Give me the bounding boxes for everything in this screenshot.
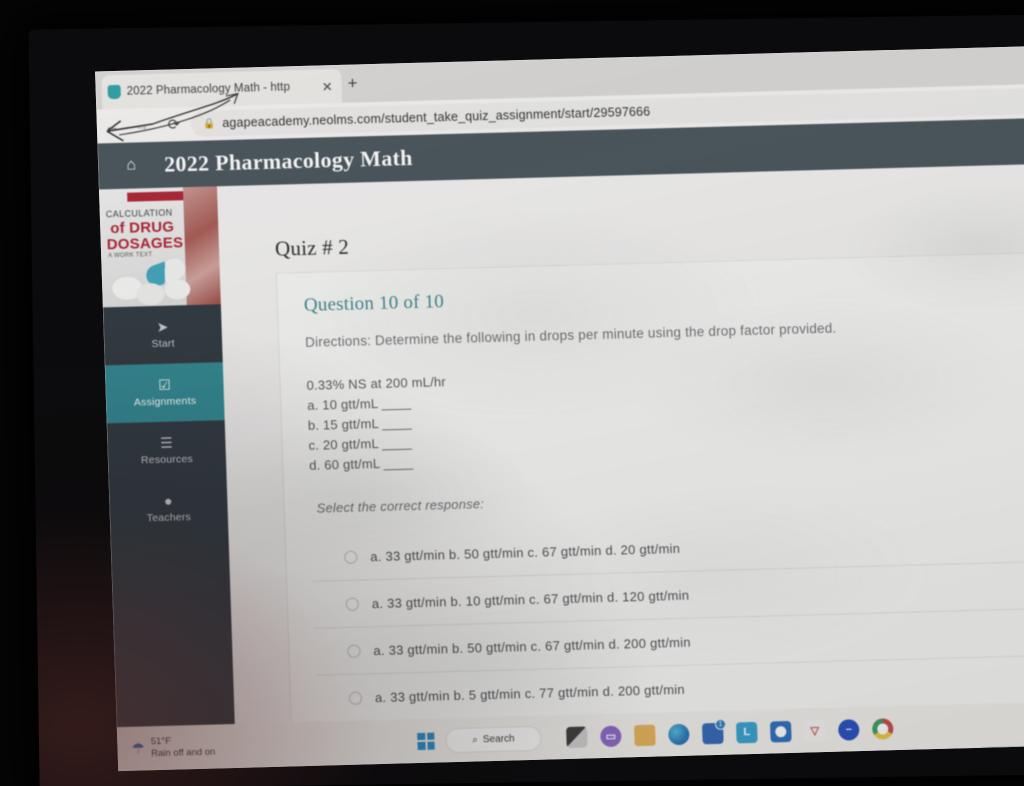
checklist-icon: ☑ [157, 376, 172, 393]
cover-line-4: A WORK TEXT [108, 252, 153, 260]
chat-glyph: ▭ [605, 730, 617, 743]
laptop-bezel: 2022 Pharmacology Math - http ✕ + ← → ⟳ … [28, 14, 1024, 786]
lock-icon: 🔒 [202, 117, 216, 130]
question-body-line: 0.33% NS at 200 mL/hr [306, 374, 447, 393]
question-card: Question 10 of 10 15 Poin Directions: De… [275, 250, 1024, 767]
answer-option-label: a. 33 gtt/min b. 50 gtt/min c. 67 gtt/mi… [370, 540, 681, 564]
cover-band [127, 191, 184, 202]
tablet-icon [136, 282, 165, 306]
notification-badge: 1 [714, 718, 727, 730]
question-body: 0.33% NS at 200 mL/hr a. 10 gtt/mL ____ … [306, 372, 449, 476]
tab-title: 2022 Pharmacology Math - http [126, 81, 291, 98]
chrome-browser-icon[interactable] [871, 717, 894, 740]
outlook-icon[interactable] [769, 720, 792, 743]
answer-option-label: a. 33 gtt/min b. 5 gtt/min c. 77 gtt/min… [374, 681, 686, 705]
search-icon: ⌕ [472, 733, 479, 746]
chat-icon[interactable]: ▭ [600, 725, 622, 747]
quiz-content: Quiz # 2 Question 10 of 10 15 Poin Direc… [216, 162, 1024, 768]
task-view-icon[interactable] [566, 725, 588, 748]
radio-button[interactable] [344, 550, 358, 564]
course-title: 2022 Pharmacology Math [163, 144, 414, 177]
question-body-line: d. 60 gtt/mL ____ [308, 455, 414, 473]
sidebar: CALCULATION of DRUG DOSAGES A WORK TEXT … [98, 186, 237, 772]
laptop-screen: 2022 Pharmacology Math - http ✕ + ← → ⟳ … [95, 45, 1024, 772]
url-text: agapeacademy.neolms.com/student_take_qui… [222, 104, 651, 131]
sidebar-item-teachers[interactable]: ● Teachers [109, 478, 229, 539]
sidebar-item-resources[interactable]: ☰ Resources [107, 420, 227, 481]
weather-condition: Rain off and on [150, 746, 216, 760]
answer-options: a. 33 gtt/min b. 50 gtt/min c. 67 gtt/mi… [311, 514, 1024, 723]
sidebar-item-label: Assignments [133, 394, 197, 409]
file-explorer-icon[interactable] [634, 724, 656, 746]
edge-browser-icon[interactable] [667, 723, 690, 745]
radio-button[interactable] [345, 597, 360, 611]
close-icon[interactable]: ✕ [319, 79, 336, 94]
cover-line-3: DOSAGES [106, 234, 184, 254]
quiz-title: Quiz # 2 [274, 234, 350, 261]
select-response-note: Select the correct response: [316, 496, 485, 516]
photo-of-laptop-screen: 2022 Pharmacology Math - http ✕ + ← → ⟳ … [0, 0, 1024, 786]
sidebar-item-assignments[interactable]: ☑ Assignments [104, 362, 225, 424]
no-entry-glyph: – [845, 723, 853, 736]
forward-arrow-icon[interactable]: → [127, 116, 158, 134]
sidebar-item-label: Start [151, 337, 175, 351]
app-letter-glyph: L [743, 726, 751, 739]
answer-option-label: a. 33 gtt/min b. 10 gtt/min c. 67 gtt/mi… [371, 587, 690, 611]
paper-plane-icon: ➤ [156, 318, 169, 335]
windows-start-icon[interactable] [417, 732, 435, 750]
radio-button[interactable] [348, 691, 363, 705]
sidebar-item-label: Teachers [146, 511, 192, 525]
shield-glyph: ▽ [810, 724, 820, 737]
books-icon: ☰ [159, 434, 173, 451]
back-arrow-icon[interactable]: ← [97, 117, 128, 135]
question-directions: Directions: Determine the following in d… [304, 320, 837, 350]
answer-option-label: a. 33 gtt/min b. 50 gtt/min c. 67 gtt/mi… [373, 634, 692, 658]
chrome-center [877, 722, 889, 735]
search-label: Search [482, 732, 515, 745]
sidebar-item-start[interactable]: ➤ Start [103, 304, 223, 365]
person-icon: ● [163, 492, 173, 509]
reload-icon[interactable]: ⟳ [157, 115, 192, 134]
new-tab-button[interactable]: + [347, 73, 358, 92]
no-entry-icon[interactable]: – [837, 718, 860, 741]
sidebar-item-label: Resources [140, 453, 194, 467]
microsoft-store-icon[interactable]: 1 [701, 718, 727, 744]
weather-widget[interactable]: ☂ 51°F Rain off and on [117, 729, 418, 761]
umbrella-icon: ☂ [131, 740, 146, 758]
security-shield-icon[interactable]: ▽ [803, 719, 826, 742]
question-header: Question 10 of 10 [303, 291, 445, 316]
taskbar-search-box[interactable]: ⌕ Search [444, 725, 542, 753]
course-cover-image: CALCULATION of DRUG DOSAGES A WORK TEXT [98, 186, 221, 308]
lightroom-app-icon[interactable]: L [735, 721, 758, 743]
taskbar-app-icons: ▭ 1 L ▽ – [566, 717, 894, 748]
radio-button[interactable] [347, 644, 361, 658]
cover-line-1: CALCULATION [105, 207, 173, 220]
home-icon[interactable]: ⌂ [98, 156, 165, 176]
outlook-dot [775, 725, 787, 737]
tab-favicon-icon [107, 84, 121, 100]
